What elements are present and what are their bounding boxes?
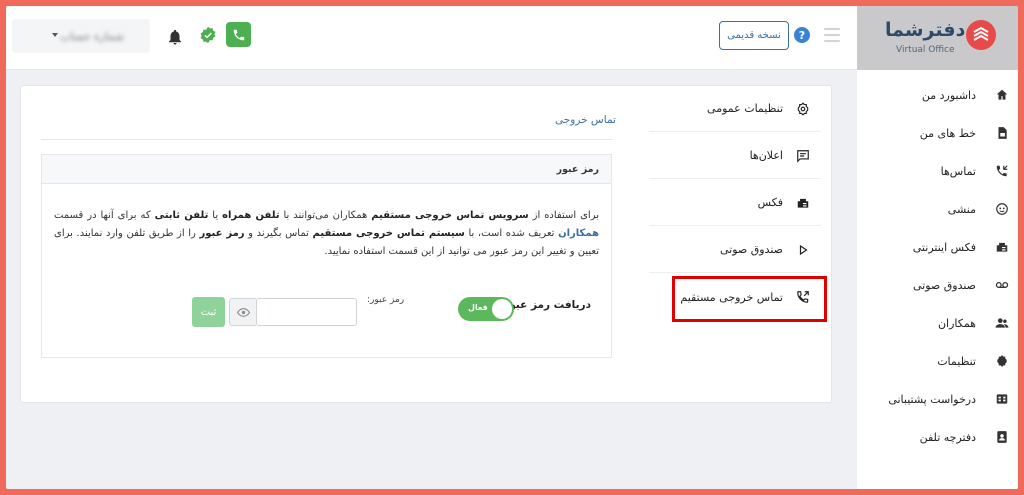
sidebar-item-label: صندوق صوتی <box>912 278 976 292</box>
phone-icon <box>233 29 244 40</box>
home-icon <box>994 87 1010 103</box>
menu-item-label: فکس <box>757 196 783 209</box>
gear-icon <box>795 101 811 117</box>
sidebar-item-support[interactable]: درخواست پشتیبانی <box>857 384 1018 414</box>
sidebar-item-calls[interactable]: تماس‌ها <box>857 156 1018 186</box>
fax-icon <box>795 195 811 211</box>
verified-icon <box>199 26 217 44</box>
sidebar-item-label: درخواست پشتیبانی <box>888 392 976 406</box>
sidebar-item-label: همکاران <box>937 316 976 330</box>
menu-item-fax[interactable]: فکس <box>649 180 821 226</box>
sidebar-item-colleagues[interactable]: همکاران <box>857 308 1018 338</box>
panel-title: رمز عبور <box>42 155 611 184</box>
sidebar-item-settings[interactable]: تنظیمات <box>857 346 1018 376</box>
voicemail-icon <box>994 277 1010 293</box>
sidebar: داشبورد من خط های من تماس‌ها منشی فکس ای… <box>857 70 1018 489</box>
menu-item-notifications[interactable]: اعلان‌ها <box>649 133 821 179</box>
eye-icon[interactable] <box>229 298 256 326</box>
sidebar-item-dashboard[interactable]: داشبورد من <box>857 80 1018 110</box>
section-title: تماس خروجی <box>555 114 616 126</box>
sidebar-item-label: تنظیمات <box>937 354 976 368</box>
help-icon[interactable]: ? <box>794 27 810 43</box>
sidebar-item-internet-fax[interactable]: فکس اینترنتی <box>857 232 1018 262</box>
settings-card: تنظیمات عمومی اعلان‌ها فکس صندوق صوتی تم… <box>20 85 832 403</box>
submit-button[interactable]: ثبت <box>192 297 225 327</box>
account-name: شماره حساب <box>60 29 124 43</box>
menu-toggle-icon[interactable] <box>824 28 840 42</box>
logo[interactable]: دفترشما Virtual Office <box>857 6 1018 70</box>
toggle-state-label: فعال <box>468 303 488 312</box>
chevron-down-icon <box>52 33 58 37</box>
menu-item-general-settings[interactable]: تنظیمات عمومی <box>649 86 821 132</box>
logo-brand: دفترشما <box>885 19 966 41</box>
panel-description: برای استفاده از سرویس تماس خروجی مستقیم … <box>54 210 600 257</box>
fax-icon <box>994 239 1010 255</box>
phonebook-icon <box>994 429 1010 445</box>
sidebar-item-label: خط های من <box>919 126 976 140</box>
divider <box>41 139 612 140</box>
old-version-button[interactable]: نسخه قدیمی <box>719 21 789 50</box>
logo-subtitle: Virtual Office <box>896 45 955 55</box>
top-bar: شماره حساب نسخه قدیمی ? <box>6 6 857 70</box>
sidebar-item-label: فکس اینترنتی <box>912 240 976 254</box>
settings-icon <box>994 353 1010 369</box>
password-label: رمز عبور: <box>367 295 405 305</box>
menu-item-voicemail[interactable]: صندوق صوتی <box>649 227 821 273</box>
colleagues-link[interactable]: همکاران <box>558 228 599 239</box>
menu-item-label: صندوق صوتی <box>719 243 783 256</box>
menu-item-label: تنظیمات عمومی <box>707 102 783 115</box>
sidebar-item-label: تماس‌ها <box>940 164 976 178</box>
play-icon <box>795 242 811 258</box>
sidebar-item-voicemail[interactable]: صندوق صوتی <box>857 270 1018 300</box>
sidebar-item-phonebook[interactable]: دفترچه تلفن <box>857 422 1018 452</box>
receive-password-toggle[interactable]: فعال <box>458 297 514 321</box>
sidebar-item-assistant[interactable]: منشی <box>857 194 1018 224</box>
users-icon <box>994 315 1010 331</box>
bell-icon[interactable] <box>166 28 184 46</box>
password-input[interactable] <box>256 298 357 326</box>
password-panel: رمز عبور برای استفاده از سرویس تماس خروج… <box>41 154 612 358</box>
sidebar-item-label: منشی <box>947 202 976 216</box>
assistant-icon <box>994 201 1010 217</box>
call-log-icon <box>994 163 1010 179</box>
sidebar-item-label: دفترچه تلفن <box>919 430 976 444</box>
logo-mark-icon <box>966 20 996 50</box>
menu-item-label: اعلان‌ها <box>749 149 783 162</box>
toggle-knob <box>492 299 512 319</box>
app-frame: شماره حساب نسخه قدیمی ? دفترشما Virtual … <box>6 6 1018 489</box>
support-icon <box>994 391 1010 407</box>
sidebar-item-my-lines[interactable]: خط های من <box>857 118 1018 148</box>
message-icon <box>795 148 811 164</box>
sim-card-icon <box>994 125 1010 141</box>
highlight-box <box>672 276 827 322</box>
account-dropdown[interactable]: شماره حساب <box>12 19 150 53</box>
phone-button[interactable] <box>226 22 251 47</box>
sidebar-item-label: داشبورد من <box>921 88 976 102</box>
